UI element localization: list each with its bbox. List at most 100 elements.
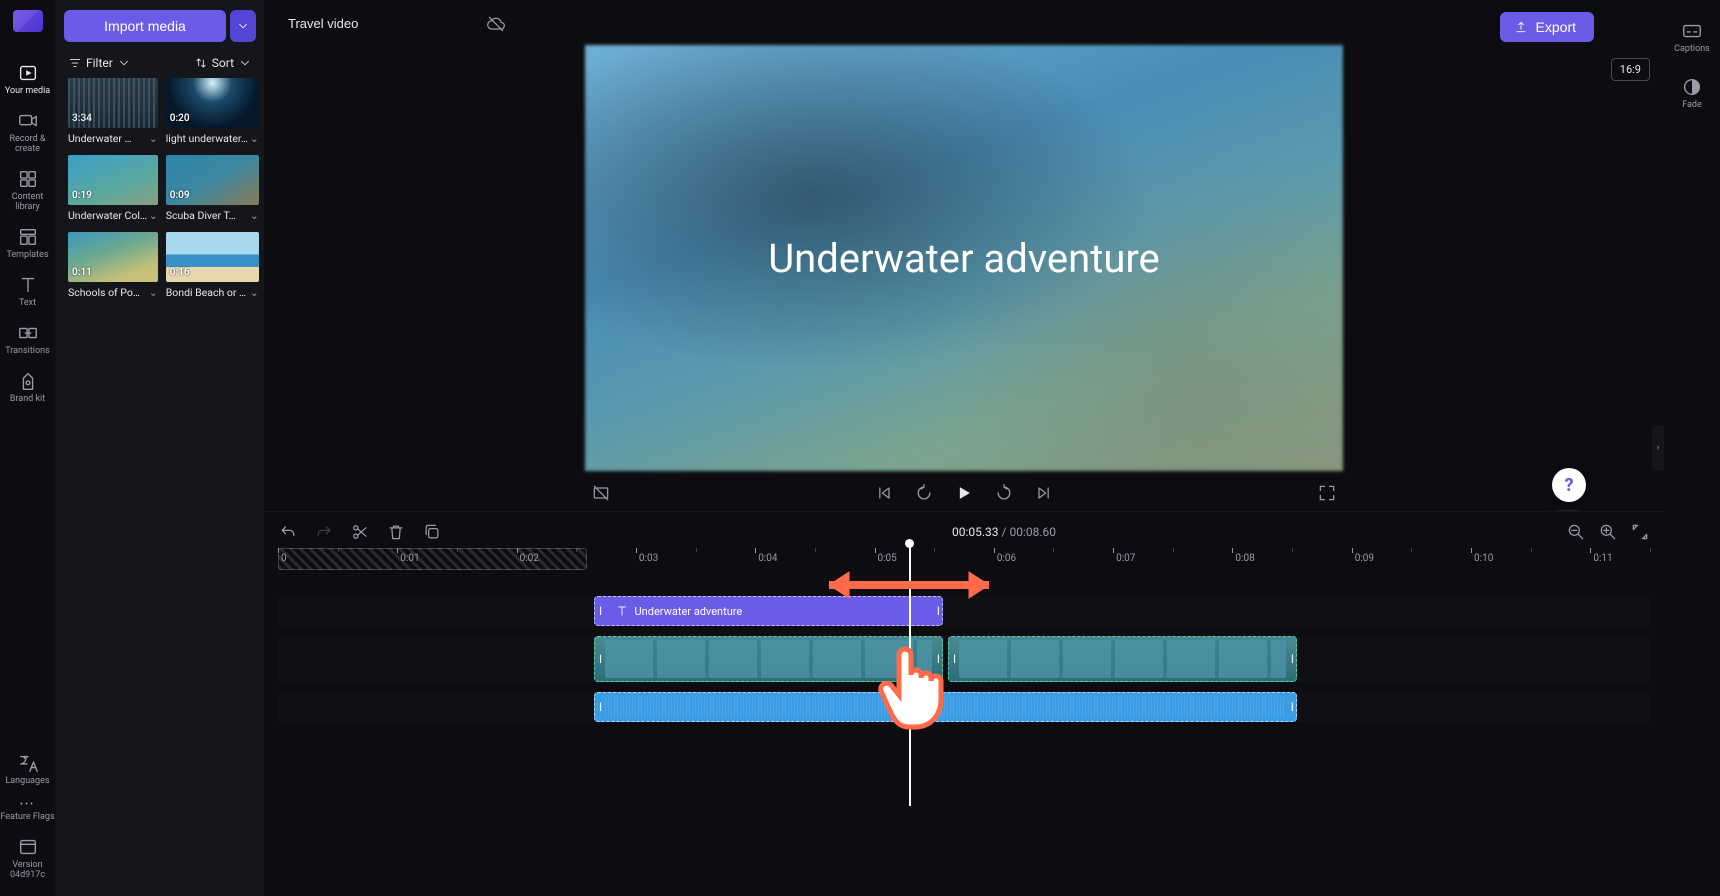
rail-transitions[interactable]: Transitions <box>0 316 55 362</box>
redo-button[interactable] <box>314 522 334 542</box>
video-track[interactable]: || || || || <box>278 636 1650 682</box>
clip-handle-right[interactable]: || <box>932 637 942 681</box>
rail-your-media[interactable]: Your media <box>0 56 55 102</box>
clip-handle-left[interactable]: || <box>595 637 605 681</box>
safe-zones-toggle[interactable] <box>591 483 611 503</box>
media-name: Underwater … ⌄ <box>68 132 158 145</box>
rail-content-library[interactable]: Content library <box>0 162 55 218</box>
filter-button[interactable]: Filter <box>68 56 131 70</box>
import-media-button[interactable]: Import media <box>64 10 226 42</box>
fit-timeline-button[interactable] <box>1630 522 1650 542</box>
collapse-right-panel[interactable]: › <box>1652 426 1664 470</box>
rail-brand-kit[interactable]: Brand kit <box>0 364 55 410</box>
chevron-down-icon <box>238 56 252 70</box>
fade-icon <box>1681 76 1703 98</box>
cloud-sync-icon[interactable] <box>486 14 506 34</box>
right-rail: Captions Fade <box>1664 0 1720 896</box>
rail-languages[interactable]: Languages <box>0 746 55 792</box>
media-clip[interactable]: 0:19 Underwater Col… ⌄ <box>68 155 158 222</box>
text-icon <box>615 604 629 618</box>
split-button[interactable] <box>350 522 370 542</box>
text-clip[interactable]: || Underwater adventure || <box>594 596 944 626</box>
languages-icon <box>17 752 39 774</box>
text-track[interactable]: || Underwater adventure || <box>278 596 1650 626</box>
import-media-dropdown[interactable] <box>230 10 256 42</box>
media-thumb: 0:20 <box>166 78 259 128</box>
aspect-ratio-button[interactable]: 16:9 <box>1611 58 1650 81</box>
left-rail: Your media Record & create Content libra… <box>0 0 56 896</box>
library-icon <box>17 168 39 190</box>
rrail-captions[interactable]: Captions <box>1664 14 1720 60</box>
rail-record-create[interactable]: Record & create <box>0 104 55 160</box>
clip-handle-right[interactable]: || <box>932 597 942 625</box>
text-clip-label: Underwater adventure <box>615 604 743 618</box>
clip-handle-left[interactable]: || <box>949 637 959 681</box>
clip-handle-left[interactable]: || <box>595 597 605 625</box>
undo-button[interactable] <box>278 522 298 542</box>
media-clip[interactable]: 0:11 Schools of Po… ⌄ <box>68 232 158 299</box>
media-clip[interactable]: 0:16 Bondi Beach or … ⌄ <box>166 232 259 299</box>
duplicate-button[interactable] <box>422 522 442 542</box>
rail-version[interactable]: Version 04d917c <box>0 830 55 886</box>
video-clip-1[interactable]: || || <box>594 636 944 682</box>
zoom-out-button[interactable] <box>1566 522 1586 542</box>
export-button[interactable]: Export <box>1500 12 1594 42</box>
skip-start-button[interactable] <box>874 483 894 503</box>
timecode: 00:05.33 / 00:08.60 <box>458 525 1550 539</box>
media-icon <box>17 62 39 84</box>
timeline: 00:05.33 / 00:08.60 00:010:020:030:040:0… <box>264 511 1664 896</box>
chevron-down-icon <box>117 56 131 70</box>
video-clip-2[interactable]: || || <box>948 636 1298 682</box>
clip-handle-left[interactable]: || <box>595 693 605 721</box>
media-duration: 0:11 <box>72 267 92 278</box>
audio-track[interactable]: || || <box>278 692 1650 722</box>
media-thumb: 0:09 <box>166 155 259 205</box>
zoom-in-button[interactable] <box>1598 522 1618 542</box>
media-name: Schools of Po… ⌄ <box>68 286 158 299</box>
media-clip[interactable]: 0:09 Scuba Diver T… ⌄ <box>166 155 259 222</box>
stage: Export 16:9 Underwater adventure <box>264 0 1664 896</box>
templates-icon <box>17 226 39 248</box>
media-panel: Import media Filter Sort 3:34 Underwater <box>56 0 264 896</box>
time-ruler[interactable]: 00:010:020:030:040:050:060:070:080:090:1… <box>278 548 1650 570</box>
media-thumb: 3:34 <box>68 78 158 128</box>
transitions-icon <box>17 322 39 344</box>
media-duration: 0:16 <box>170 267 190 278</box>
rewind-button[interactable] <box>914 483 934 503</box>
rail-feature-flags[interactable]: ••• Feature Flags <box>0 794 55 828</box>
media-thumb: 0:11 <box>68 232 158 282</box>
play-button[interactable] <box>954 483 974 503</box>
preview-text-overlay: Underwater adventure <box>585 45 1343 471</box>
skip-end-button[interactable] <box>1034 483 1054 503</box>
fullscreen-button[interactable] <box>1317 483 1337 503</box>
brandkit-icon <box>17 370 39 392</box>
delete-button[interactable] <box>386 522 406 542</box>
sort-icon <box>194 56 208 70</box>
media-thumb: 0:19 <box>68 155 158 205</box>
project-name-input[interactable] <box>278 10 474 37</box>
upload-icon <box>1514 20 1528 34</box>
sort-button[interactable]: Sort <box>194 56 252 70</box>
text-icon <box>17 274 39 296</box>
clip-handle-right[interactable]: || <box>1286 637 1296 681</box>
player-controls <box>585 471 1343 509</box>
media-clip[interactable]: 3:34 Underwater … ⌄ <box>68 78 158 145</box>
chevron-down-icon <box>236 19 250 33</box>
forward-button[interactable] <box>994 483 1014 503</box>
version-icon <box>17 836 39 858</box>
app-logo <box>13 10 43 32</box>
media-thumb: 0:16 <box>166 232 259 282</box>
help-button[interactable]: ? <box>1552 468 1586 502</box>
rail-templates[interactable]: Templates <box>0 220 55 266</box>
media-duration: 0:20 <box>170 113 190 124</box>
clip-handle-right[interactable]: || <box>1286 693 1296 721</box>
media-name: Bondi Beach or … ⌄ <box>166 286 259 299</box>
media-name: Scuba Diver T… ⌄ <box>166 209 259 222</box>
media-name: light underwater… ⌄ <box>166 132 259 145</box>
filter-icon <box>68 56 82 70</box>
rrail-fade[interactable]: Fade <box>1664 70 1720 116</box>
media-clip[interactable]: 0:20 light underwater… ⌄ <box>166 78 259 145</box>
rail-text[interactable]: Text <box>0 268 55 314</box>
audio-clip[interactable]: || || <box>594 692 1298 722</box>
captions-icon <box>1681 20 1703 42</box>
